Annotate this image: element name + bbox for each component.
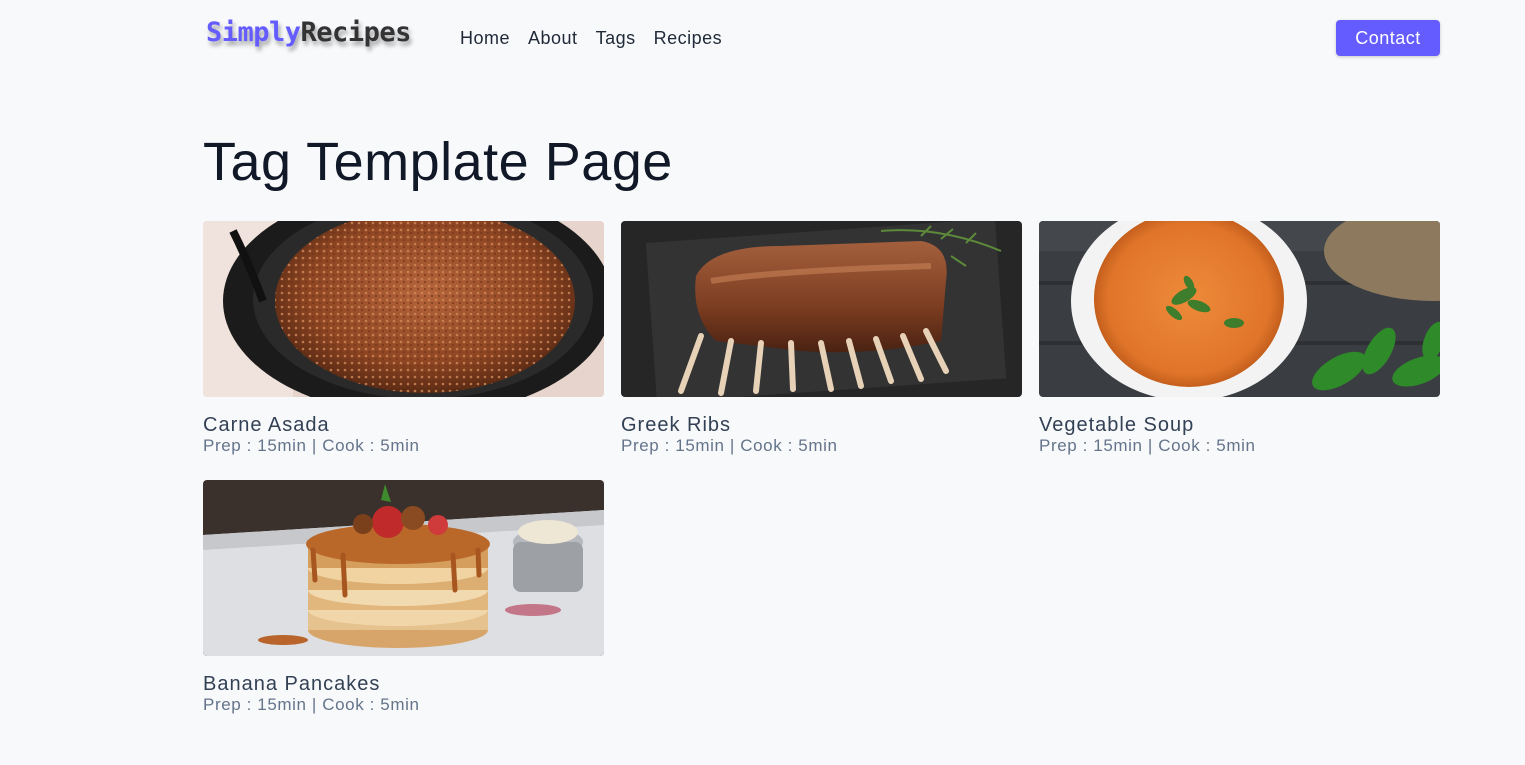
recipe-title: Carne Asada: [203, 414, 330, 436]
nav-link-recipes[interactable]: Recipes: [654, 27, 723, 49]
nav-link-home[interactable]: Home: [460, 27, 510, 49]
logo-rest-text: Recipes: [300, 17, 412, 48]
recipe-title: Banana Pancakes: [203, 673, 381, 695]
recipe-meta: Prep : 15min | Cook : 5min: [203, 695, 420, 714]
greek-ribs-photo: [621, 221, 1022, 397]
carne-asada-photo: [203, 221, 604, 397]
banana-pancakes-photo: [203, 480, 604, 656]
vegetable-soup-photo: [1039, 221, 1440, 397]
page-title: Tag Template Page: [203, 132, 673, 192]
nav-link-tags[interactable]: Tags: [596, 27, 636, 49]
nav-link-about[interactable]: About: [528, 27, 578, 49]
recipe-title: Greek Ribs: [621, 414, 732, 436]
recipe-card-carne-asada[interactable]: Carne Asada Prep : 15min | Cook : 5min: [203, 221, 604, 462]
recipe-card-vegetable-soup[interactable]: Vegetable Soup Prep : 15min | Cook : 5mi…: [1039, 221, 1440, 462]
recipe-meta: Prep : 15min | Cook : 5min: [203, 436, 420, 455]
recipe-meta: Prep : 15min | Cook : 5min: [1039, 436, 1256, 455]
contact-button[interactable]: Contact: [1336, 20, 1440, 56]
recipe-card-greek-ribs[interactable]: Greek Ribs Prep : 15min | Cook : 5min: [621, 221, 1022, 462]
navbar: SimplyRecipes Home About Tags Recipes Co…: [0, 0, 1525, 76]
nav-links: Home About Tags Recipes: [460, 27, 722, 49]
recipe-grid: Carne Asada Prep : 15min | Cook : 5min G…: [203, 221, 1440, 721]
recipe-meta: Prep : 15min | Cook : 5min: [621, 436, 838, 455]
recipe-card-banana-pancakes[interactable]: Banana Pancakes Prep : 15min | Cook : 5m…: [203, 480, 604, 721]
site-logo[interactable]: SimplyRecipes: [206, 17, 411, 48]
recipe-title: Vegetable Soup: [1039, 414, 1195, 436]
logo-accent-text: Simply: [206, 17, 301, 48]
